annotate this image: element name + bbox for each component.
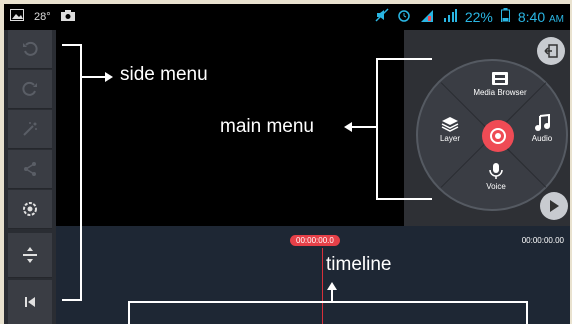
undo-button[interactable] — [8, 30, 52, 69]
share-button[interactable] — [8, 150, 52, 189]
side-menu-arrow-line — [81, 76, 107, 78]
layer-button[interactable]: Layer — [432, 116, 468, 143]
redo-button[interactable] — [8, 70, 52, 109]
exit-icon — [544, 44, 558, 58]
camera-shutter-icon — [490, 128, 506, 144]
redo-icon — [22, 81, 37, 96]
voice-button[interactable]: Voice — [478, 162, 514, 191]
settings-button[interactable] — [8, 190, 52, 229]
timeline-bracket-left — [128, 301, 130, 324]
skip-start-icon — [25, 297, 35, 307]
signal-icon — [419, 8, 435, 25]
main-menu-arrow-line — [350, 126, 377, 128]
main-menu-annotation: main menu — [220, 116, 314, 137]
end-time-label: 00:00:00.00 — [521, 236, 564, 245]
skip-to-start-button[interactable] — [8, 280, 52, 324]
side-menu-bracket-top — [62, 44, 81, 46]
signal-strength-icon — [443, 8, 457, 25]
timeline-annotation: timeline — [326, 254, 392, 275]
layer-icon — [441, 117, 459, 132]
play-button[interactable] — [540, 192, 568, 220]
main-menu-bracket-top — [376, 58, 432, 60]
gallery-icon — [10, 9, 24, 24]
microphone-icon — [489, 163, 503, 179]
alarm-icon — [397, 8, 411, 25]
status-bar: 28° 22% 8:40 AM — [4, 4, 570, 30]
settings-icon — [23, 202, 37, 216]
side-menu-bracket-bottom — [62, 299, 81, 301]
record-button[interactable] — [482, 120, 514, 152]
audio-button[interactable]: Audio — [524, 114, 560, 143]
clock-time: 8:40 AM — [517, 8, 564, 25]
app-screen: 28° 22% 8:40 AM Media Browser Layer Audi… — [4, 4, 570, 324]
adjust-icon — [23, 247, 37, 263]
media-browser-label: Media Browser — [473, 88, 527, 97]
undo-icon — [23, 41, 38, 56]
music-note-icon — [535, 114, 550, 131]
main-menu-bracket-vertical — [376, 58, 378, 200]
battery-icon — [500, 8, 510, 25]
side-menu-bracket-vertical — [80, 44, 82, 301]
effects-icon — [23, 122, 37, 136]
media-browser-icon — [492, 72, 508, 85]
audio-label: Audio — [531, 134, 553, 143]
battery-percent: 22% — [464, 8, 493, 25]
timeline-bracket-right — [526, 301, 528, 324]
timeline-arrow-line — [331, 288, 333, 302]
current-time-badge: 00:00:00.0 — [290, 235, 340, 246]
effects-button[interactable] — [8, 110, 52, 149]
playhead[interactable] — [322, 248, 323, 324]
side-menu-annotation: side menu — [120, 64, 208, 85]
voice-label: Voice — [486, 182, 506, 191]
layer-label: Layer — [439, 134, 460, 143]
side-menu-arrow-head — [105, 72, 113, 82]
main-menu-bracket-bottom — [376, 198, 432, 200]
side-menu — [4, 30, 56, 324]
media-browser-button[interactable]: Media Browser — [460, 70, 540, 97]
exit-button[interactable] — [537, 37, 565, 65]
temperature-text: 28° — [34, 10, 51, 23]
mute-icon — [375, 8, 389, 25]
timeline-adjust-button[interactable] — [8, 233, 52, 278]
timeline-bracket-top — [128, 301, 528, 303]
camera-icon — [60, 9, 75, 24]
play-icon — [550, 200, 559, 212]
share-icon — [24, 162, 36, 176]
